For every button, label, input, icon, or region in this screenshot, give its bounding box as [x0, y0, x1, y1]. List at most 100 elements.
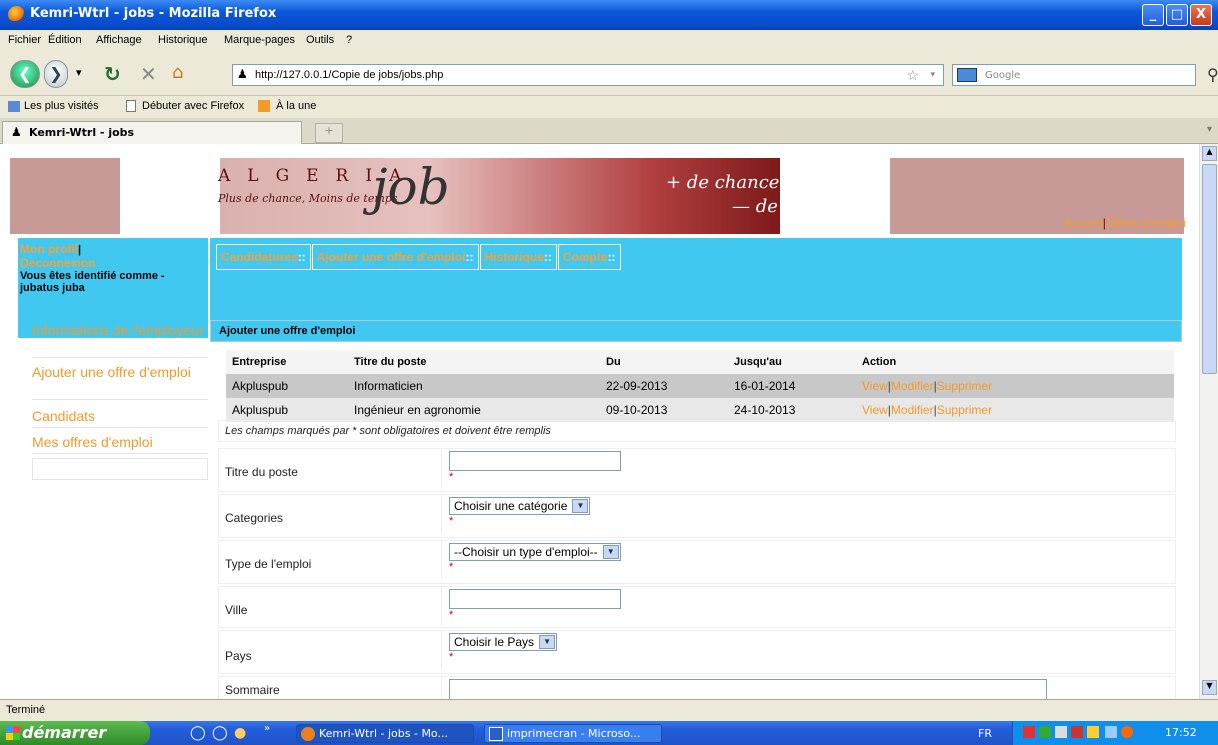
tray-icon[interactable] — [1039, 726, 1051, 738]
link-my-profile[interactable]: Mon profil — [20, 242, 78, 256]
sidebar-item-candidates[interactable]: Candidats — [32, 408, 208, 428]
scrollbar-thumb[interactable] — [1202, 164, 1217, 374]
menu-bar: Fichier Édition Affichage Historique Mar… — [0, 30, 1218, 52]
cell-actions: View|Modifier|Supprimer — [856, 374, 1174, 398]
menu-fichier[interactable]: Fichier — [8, 34, 41, 46]
bookmark-most-visited[interactable]: Les plus visités — [24, 100, 99, 112]
sidebar-item-employer-info[interactable]: Informations de l'employeur — [32, 322, 208, 358]
nav-applications[interactable]: Candidatures:: — [216, 244, 311, 270]
quicklaunch-more-icon[interactable]: » — [264, 723, 270, 734]
required-mark: * — [449, 651, 454, 663]
menu-help[interactable]: ? — [346, 34, 352, 46]
scroll-down-icon[interactable]: ▼ — [1202, 680, 1217, 695]
taskbar-word-window[interactable]: imprimecran - Microso... — [484, 724, 662, 743]
cell-title: Ingénieur en agronomie — [348, 398, 600, 422]
window-title-bar[interactable]: Kemri-Wtrl - jobs - Mozilla Firefox _ □ … — [0, 0, 1218, 30]
label-city: Ville — [225, 603, 248, 617]
home-icon[interactable]: ⌂ — [172, 62, 183, 83]
tray-icon[interactable] — [1023, 726, 1035, 738]
edit-link[interactable]: Modifier — [891, 403, 934, 417]
search-placeholder: Google — [985, 70, 1021, 81]
page-content: ALGERIA Plus de chance, Moins de temps j… — [0, 144, 1199, 699]
sidebar-empty-box — [32, 458, 208, 480]
task-label: imprimecran - Microso... — [507, 727, 641, 740]
bookmark-getting-started[interactable]: Débuter avec Firefox — [142, 100, 244, 112]
form-row-job-type: Type de l'emploi --Choisir un type d'emp… — [218, 540, 1176, 584]
menu-outils[interactable]: Outils — [306, 34, 334, 46]
start-button[interactable]: démarrer — [0, 721, 150, 745]
view-link[interactable]: View — [862, 379, 888, 393]
search-engine-icon[interactable] — [957, 68, 977, 82]
menu-edition[interactable]: Édition — [48, 34, 82, 46]
chevron-down-icon: ▼ — [572, 499, 589, 513]
firefox-task-icon — [301, 727, 315, 741]
stop-icon[interactable]: ✕ — [140, 62, 157, 86]
search-input[interactable]: Google ⚲ — [952, 64, 1218, 86]
cell-to: 24-10-2013 — [728, 398, 856, 422]
history-dropdown-icon[interactable]: ▾ — [76, 66, 82, 79]
sidebar-item-my-offers[interactable]: Mes offres d'emploi — [32, 434, 208, 454]
bookmark-star-icon[interactable]: ☆ — [906, 67, 919, 84]
summary-textarea[interactable] — [449, 679, 1047, 699]
link-job-offers[interactable]: Offres d'emploi — [1106, 216, 1186, 230]
delete-link[interactable]: Supprimer — [937, 379, 992, 393]
account-separator: | — [77, 244, 82, 256]
delete-link[interactable]: Supprimer — [937, 403, 992, 417]
required-mark: * — [449, 515, 454, 527]
menu-marque-pages[interactable]: Marque-pages — [224, 34, 295, 46]
category-select[interactable]: Choisir une catégorie ▼ — [449, 497, 591, 515]
menu-affichage[interactable]: Affichage — [96, 34, 142, 46]
required-mark: * — [449, 609, 454, 621]
url-bar[interactable]: ♟ http://127.0.0.1/Copie de jobs/jobs.ph… — [232, 64, 944, 86]
country-select-value: Choisir le Pays — [454, 635, 535, 649]
form-row-category: Categories Choisir une catégorie ▼ * — [218, 494, 1176, 538]
back-button[interactable]: ❮ — [10, 60, 40, 88]
url-dropdown-icon[interactable]: ▾ — [930, 69, 935, 80]
link-logout[interactable]: Deconnexion — [20, 256, 206, 270]
reload-icon[interactable]: ↻ — [104, 62, 121, 86]
quicklaunch-ie-icon[interactable]: ◯ — [190, 725, 206, 741]
vertical-scrollbar[interactable]: ▲ ▼ — [1199, 144, 1218, 699]
nav-add-job-offer[interactable]: Ajouter une offre d'emploi:: — [311, 244, 479, 270]
tray-volume-icon[interactable] — [1087, 726, 1099, 738]
tray-icon[interactable] — [1105, 726, 1117, 738]
forward-button[interactable]: ❯ — [44, 60, 68, 88]
maximize-button[interactable]: □ — [1166, 4, 1188, 26]
quicklaunch-browser-icon[interactable]: ◯ — [212, 725, 228, 741]
nav-history[interactable]: Historique:: — [479, 244, 557, 270]
logo-tagline: Plus de chance, Moins de temps — [218, 192, 398, 205]
form-row-title: Titre du poste * — [218, 448, 1176, 492]
new-tab-button[interactable]: + — [315, 123, 343, 143]
minimize-button[interactable]: _ — [1142, 4, 1164, 26]
site-banner: ALGERIA Plus de chance, Moins de temps j… — [10, 158, 1186, 234]
tray-icon[interactable] — [1121, 726, 1133, 738]
section-header: Ajouter une offre d'emploi — [210, 320, 1182, 342]
tab-list-icon[interactable]: ▾ — [1207, 124, 1212, 135]
link-home[interactable]: Accueil — [1064, 216, 1103, 230]
job-title-input[interactable] — [449, 451, 621, 471]
tray-icon[interactable] — [1071, 726, 1083, 738]
slogan-more-chance: + de chance — [666, 172, 780, 193]
edit-link[interactable]: Modifier — [891, 379, 934, 393]
city-input[interactable] — [449, 589, 621, 609]
job-type-select[interactable]: --Choisir un type d'emploi-- ▼ — [449, 543, 621, 561]
country-select[interactable]: Choisir le Pays ▼ — [449, 633, 558, 651]
nav-account[interactable]: Compte:: — [557, 244, 621, 270]
close-button[interactable]: X — [1190, 4, 1212, 26]
table-row: Akpluspub Ingénieur en agronomie 09-10-2… — [226, 398, 1174, 422]
tab-jobs[interactable]: ♟ Kemri-Wtrl - jobs — [2, 121, 302, 144]
search-go-icon[interactable]: ⚲ — [1207, 65, 1218, 84]
bookmark-headlines[interactable]: À la une — [276, 100, 316, 112]
scroll-up-icon[interactable]: ▲ — [1202, 146, 1217, 161]
sidebar-item-add-offer[interactable]: Ajouter une offre d'emploi — [32, 364, 208, 400]
quicklaunch-firefox-icon[interactable]: ● — [234, 725, 246, 741]
taskbar-firefox-window[interactable]: Kemri-Wtrl - jobs - Mo... — [296, 724, 474, 743]
site-icon: ♟ — [237, 67, 248, 81]
tray-network-icon[interactable] — [1055, 726, 1067, 738]
logged-in-text: Vous êtes identifié comme - jubatus juba — [20, 270, 165, 294]
menu-historique[interactable]: Historique — [158, 34, 208, 46]
status-text: Terminé — [6, 704, 46, 716]
cell-actions: View|Modifier|Supprimer — [856, 398, 1174, 422]
language-indicator[interactable]: FR — [978, 727, 992, 740]
view-link[interactable]: View — [862, 403, 888, 417]
